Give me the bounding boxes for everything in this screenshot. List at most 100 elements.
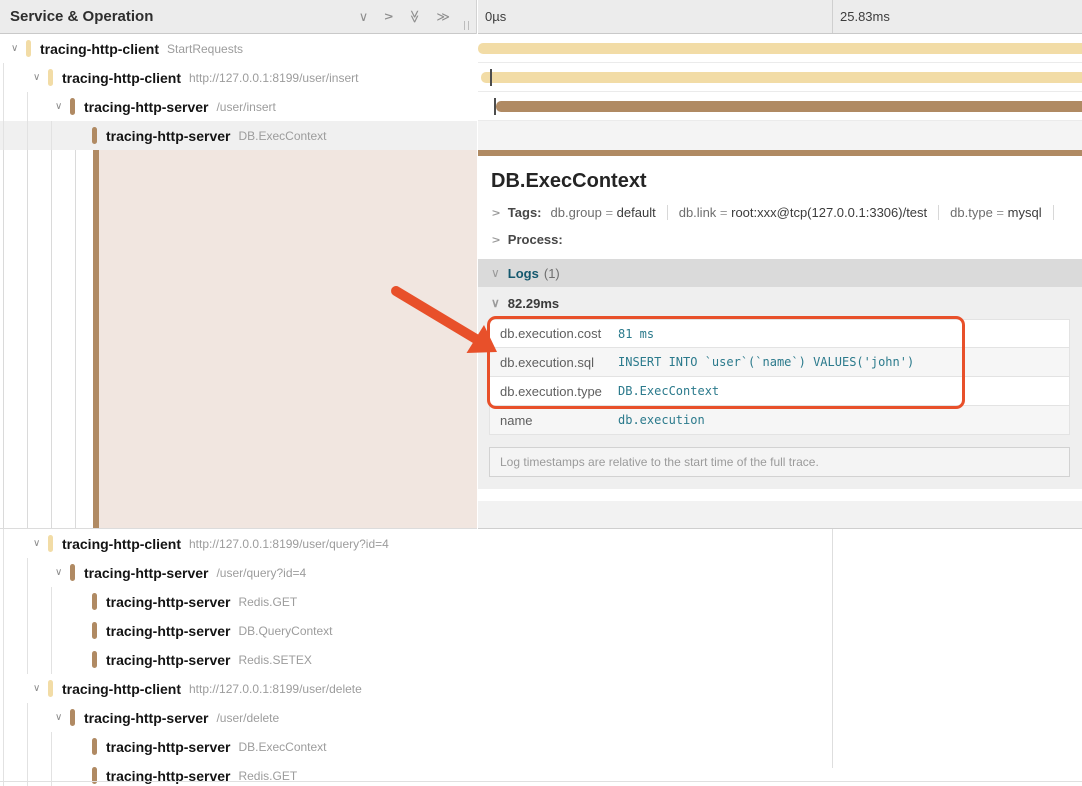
span-duration-bar[interactable] — [481, 72, 1082, 83]
indent-guide — [51, 121, 52, 150]
span-tree-bottom: ∨tracing-http-clienthttp://127.0.0.1:819… — [0, 529, 477, 786]
logs-count: (1) — [544, 266, 560, 281]
log-timestamp: 82.29ms — [508, 296, 559, 311]
span-color-bar — [92, 593, 97, 610]
span-color-bar — [48, 69, 53, 86]
timeline-row[interactable] — [478, 92, 1082, 121]
log-field-value: DB.ExecContext — [618, 384, 719, 398]
tree-row[interactable]: ∨tracing-http-clienthttp://127.0.0.1:819… — [0, 63, 477, 92]
column-resize-grip[interactable] — [464, 21, 469, 30]
indent-guide — [27, 645, 28, 674]
indent-guide — [3, 616, 4, 645]
service-name: tracing-http-client — [62, 536, 181, 552]
chevron-down-icon[interactable]: ∨ — [359, 10, 369, 23]
indent-guide — [3, 674, 4, 703]
chevron-right-icon: ∨ — [491, 208, 502, 217]
indent-guide — [27, 761, 28, 786]
tags-accordion[interactable]: ∨ Tags: db.group = defaultdb.link = root… — [491, 205, 1082, 220]
chevron-down-icon[interactable]: ∨ — [54, 712, 70, 723]
chevron-down-icon[interactable]: ∨ — [32, 683, 48, 694]
process-accordion[interactable]: ∨ Process: — [491, 232, 1082, 247]
double-chevron-right-icon[interactable]: ≫ — [436, 10, 450, 23]
timeline-panel: 0µs 25.83ms DB.ExecContext ∨ Tags: db.gr… — [478, 0, 1082, 786]
indent-guide — [51, 761, 52, 786]
indent-guide — [27, 587, 28, 616]
timeline-rows — [478, 34, 1082, 150]
chevron-down-icon: ∨ — [491, 296, 500, 310]
tree-row[interactable]: tracing-http-serverRedis.GET — [0, 761, 477, 786]
indent-guide — [51, 150, 52, 528]
chevron-right-icon: ∨ — [491, 235, 502, 244]
span-tree-panel: Service & Operation ∨∨≫≫ ∨tracing-http-c… — [0, 0, 477, 786]
timeline-row[interactable] — [478, 63, 1082, 92]
log-field-key: db.execution.sql — [500, 355, 618, 370]
selected-span-highlight — [99, 150, 477, 528]
log-field-value: INSERT INTO `user`(`name`) VALUES('john'… — [618, 355, 914, 369]
tree-row[interactable]: tracing-http-serverRedis.SETEX — [0, 645, 477, 674]
span-color-bar — [48, 680, 53, 697]
chevron-down-icon[interactable]: ∨ — [54, 567, 70, 578]
log-timestamp-header[interactable]: ∨ 82.29ms — [478, 287, 1082, 319]
detail-panel-filler — [478, 501, 1082, 528]
indent-guide — [27, 121, 28, 150]
span-color-bar — [26, 40, 31, 57]
chevron-right-icon[interactable]: ∨ — [382, 12, 395, 22]
service-name: tracing-http-client — [62, 70, 181, 86]
chevron-down-icon[interactable]: ∨ — [10, 43, 26, 54]
operation-name: DB.QueryContext — [238, 624, 332, 638]
chevron-down-icon[interactable]: ∨ — [54, 101, 70, 112]
logs-accordion-header[interactable]: ∨ Logs (1) — [478, 259, 1082, 287]
service-name: tracing-http-server — [106, 594, 230, 610]
service-name: tracing-http-server — [106, 623, 230, 639]
double-chevron-down-icon[interactable]: ≫ — [408, 10, 421, 24]
span-duration-bar[interactable] — [478, 43, 1082, 54]
chevron-down-icon[interactable]: ∨ — [32, 538, 48, 549]
tree-row[interactable]: ∨tracing-http-clienthttp://127.0.0.1:819… — [0, 529, 477, 558]
tree-row[interactable]: tracing-http-server DB.QueryContext — [0, 616, 477, 645]
indent-guide — [3, 732, 4, 761]
indent-guide — [3, 150, 4, 528]
tree-row[interactable]: tracing-http-server Redis.GET — [0, 587, 477, 616]
indent-guide — [27, 558, 28, 587]
tree-row[interactable]: ∨tracing-http-server/user/query?id=4 — [0, 558, 477, 587]
span-color-bar — [70, 98, 75, 115]
log-field-row: db.execution.sqlINSERT INTO `user`(`name… — [489, 348, 1070, 377]
timeline-row[interactable] — [478, 34, 1082, 63]
span-color-bar — [92, 127, 97, 144]
service-name: tracing-http-server — [84, 710, 208, 726]
timeline-tick-label: 25.83ms — [832, 0, 1082, 33]
service-name: tracing-http-server — [106, 128, 230, 144]
operation-name: DB.ExecContext — [238, 129, 326, 143]
tree-row[interactable]: tracing-http-serverDB.ExecContext — [0, 732, 477, 761]
indent-guide — [27, 732, 28, 761]
service-name: tracing-http-client — [40, 41, 159, 57]
span-color-bar — [92, 622, 97, 639]
indent-guide — [3, 92, 4, 121]
tag-item: db.type = mysql — [950, 205, 1053, 220]
collapse-expand-controls: ∨ ∨ ≫ ≫ — [359, 10, 466, 23]
indent-guide — [51, 732, 52, 761]
operation-name: /user/delete — [216, 711, 279, 725]
span-duration-bar[interactable] — [496, 101, 1082, 112]
log-fields-table: db.execution.cost81 msdb.execution.sqlIN… — [489, 319, 1070, 435]
chevron-down-icon: ∨ — [491, 266, 500, 280]
tag-list: db.group = defaultdb.link = root:xxx@tcp… — [551, 205, 1065, 220]
trace-timeline-view: Service & Operation ∨∨≫≫ ∨tracing-http-c… — [0, 0, 1082, 786]
timeline-header: 0µs 25.83ms — [478, 0, 1082, 34]
chevron-down-icon[interactable]: ∨ — [32, 72, 48, 83]
tree-row[interactable]: ∨tracing-http-clienthttp://127.0.0.1:819… — [0, 674, 477, 703]
tree-row[interactable]: tracing-http-server DB.ExecContext — [0, 121, 477, 150]
log-field-value: 81 ms — [618, 327, 654, 341]
selected-span-duration-bar[interactable] — [478, 150, 1082, 156]
tree-row[interactable]: ∨ tracing-http-server/user/delete — [0, 703, 477, 732]
tree-row[interactable]: ∨tracing-http-clientStartRequests — [0, 34, 477, 63]
indent-guide — [27, 616, 28, 645]
operation-name: Redis.GET — [238, 595, 297, 609]
service-name: tracing-http-server — [84, 565, 208, 581]
list-end-border — [0, 781, 1082, 782]
tree-row[interactable]: ∨tracing-http-server/user/insert — [0, 92, 477, 121]
span-detail-panel: DB.ExecContext ∨ Tags: db.group = defaul… — [478, 150, 1082, 529]
timeline-row[interactable] — [478, 121, 1082, 150]
indent-guide — [3, 587, 4, 616]
indent-guide — [3, 703, 4, 732]
